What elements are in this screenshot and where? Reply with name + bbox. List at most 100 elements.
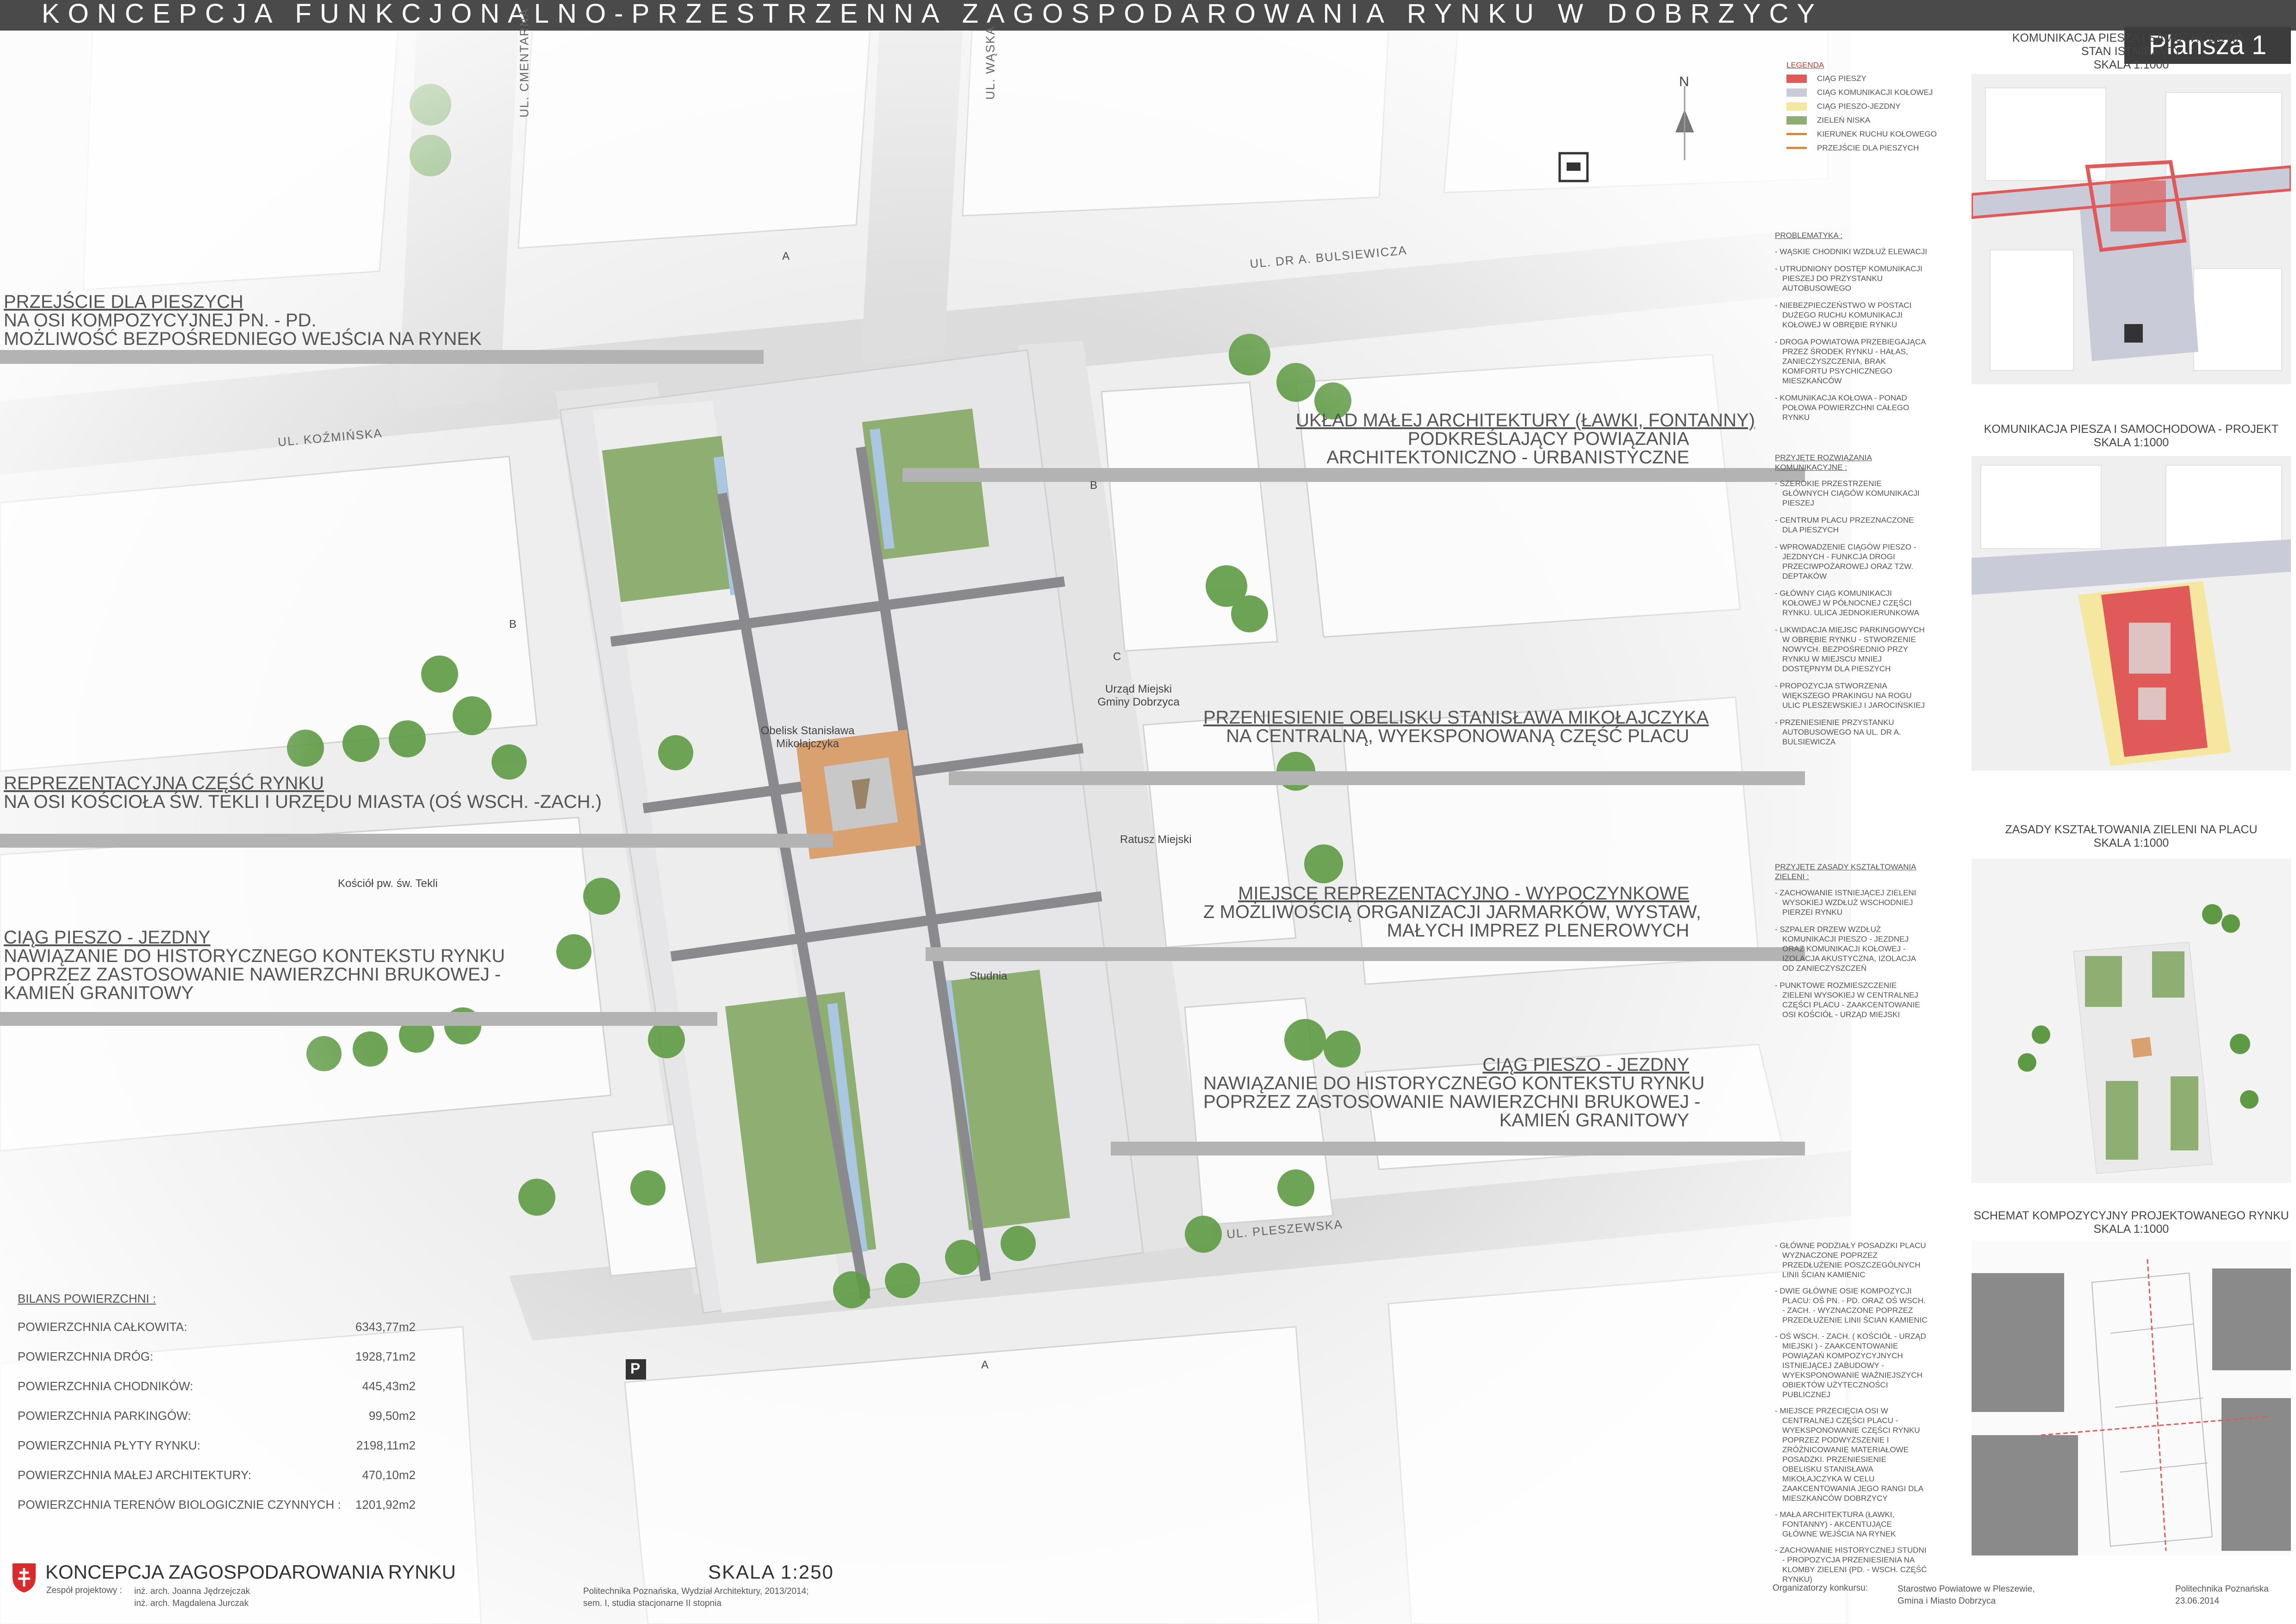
area-balance-row: POWIERZCHNIA CHODNIKÓW: 445,43m2 (18, 1379, 416, 1393)
legend-title: LEGENDA (1786, 61, 1824, 69)
parking-label: P (630, 1360, 641, 1377)
footer-main-title: KONCEPCJA ZAGOSPODAROWANIA RYNKU (45, 1561, 456, 1583)
area-value: 1201,92m2 (355, 1498, 416, 1512)
note-item: - GŁÓWNE PODZIAŁY POSADZKI PLACU WYZNACZ… (1775, 1241, 1926, 1279)
area-balance: BILANS POWIERZCHNI : POWIERZCHNIA CAŁKOW… (18, 1292, 416, 1527)
note-item: - MAŁA ARCHITEKTURA (ławki, fontanny) - … (1775, 1510, 1896, 1538)
annotation-right-2: PRZENIESIENIE OBELISKU STANISŁAWA MIKOŁA… (1203, 707, 1709, 746)
area-balance-row: POWIERZCHNIA TERENÓW BIOLOGICZNIE CZYNNY… (18, 1498, 416, 1512)
legend-swatch (1786, 88, 1807, 97)
note-item: - KOMUNIKACJA KOŁOWA - PONAD POŁOWA POWI… (1775, 394, 1910, 422)
legend-label: CIĄG PIESZO-JEZDNY (1817, 102, 1901, 111)
note-item: - PRZENIESIENIE PRZYSTANKU AUTOBUSOWEGO … (1775, 718, 1901, 746)
area-label: POWIERZCHNIA PŁYTY RYNKU: (18, 1438, 200, 1452)
annotation-left-3: CIĄG PIESZO - JEZDNY NAWIĄZANIE DO HISTOR… (4, 927, 505, 1003)
panel-komunikacja-projekt (1972, 456, 2291, 771)
footer-team: inż. arch. Joanna Jędrzejczak inż. arch. … (134, 1587, 250, 1608)
section-a-marker: A (782, 250, 790, 262)
area-value: 470,10m2 (362, 1468, 416, 1482)
legend-item: PRZEJŚCIE DLA PIESZYCH (1786, 143, 1981, 153)
footer-scale: SKALA 1:250 (708, 1561, 834, 1583)
area-value: 6343,77m2 (355, 1320, 416, 1334)
legend-item: CIĄG PIESZY (1786, 74, 1981, 83)
area-value: 1928,71m2 (355, 1349, 416, 1363)
legend-item: KIERUNEK RUCHU KOŁOWEGO (1786, 129, 1981, 139)
note-item: - CENTRUM PLACU PRZEZNACZONE DLA PIESZYC… (1775, 516, 1914, 534)
area-label: POWIERZCHNIA CAŁKOWITA: (18, 1320, 187, 1334)
przyjete-rozwiazania: PRZYJĘTE ROZWIĄZANIA KOMUNIKACYJNE : - S… (1775, 453, 1928, 754)
area-balance-title: BILANS POWIERZCHNI : (18, 1292, 156, 1305)
footer-right: Politechnika Poznańska 23.06.2014 (2175, 1584, 2269, 1606)
area-value: 2198,11m2 (356, 1438, 416, 1452)
note-item: - LIKWIDACJA MIEJSC PARKINGOWYCH W OBRĘB… (1775, 625, 1925, 673)
legend-swatch (1786, 102, 1807, 111)
legend-swatch (1786, 74, 1807, 83)
footer-university: Politechnika Poznańska, Wydział Architek… (583, 1587, 809, 1608)
legend: LEGENDA CIĄG PIESZY CIĄG KOMUNIKACJI KOŁO… (1786, 60, 1981, 157)
note-item: - ZACHOWANIE HISTORYCZNEJ STUDNI - PROPO… (1775, 1546, 1927, 1584)
legend-label: CIĄG KOMUNIKACJI KOŁOWEJ (1817, 88, 1933, 97)
area-value: 99,50m2 (368, 1409, 416, 1423)
note-item: - PROPOZYCJA STWORZENIA WIĘKSZEGO PRAKIN… (1775, 681, 1925, 710)
note-item: - GŁÓWNY CIĄG KOMUNIKACJI KOŁOWEJ W PÓŁN… (1775, 589, 1919, 617)
annotation-left-1: PRZEJŚCIE DLA PIESZYCH NA OSI KOMPOZYCYJN… (4, 292, 482, 349)
footer-team-label: Zespół projektowy : (46, 1586, 122, 1595)
note-item: - SZPALER DRZEW WZDŁUŻ KOMUNIKACJI PIESZ… (1775, 925, 1916, 973)
problematyka: PROBLEMATYKA : - WĄSKIE CHODNIKI WZDŁUŻ … (1775, 231, 1928, 422)
note-item: - SZEROKIE PRZESTRZENIE GŁÓWNYCH CIĄGÓW … (1775, 479, 1920, 507)
header-bar: KONCEPCJA FUNKCJONALNO-PRZESTRZENNA ZAGO… (0, 0, 2296, 31)
north-label: N (1679, 74, 1689, 89)
annotation-right-1: UKŁAD MAŁEJ ARCHITEKTURY (ławki, fontann… (1296, 410, 1755, 468)
board-title: KONCEPCJA FUNKCJONALNO-PRZESTRZENNA ZAGO… (42, 0, 1823, 29)
label-urzad: Urząd Miejski Gminy Dobrzyca (1097, 683, 1180, 708)
note-item: - WPROWADZENIE CIĄGÓW PIESZO - JEZDNYCH … (1775, 543, 1916, 581)
note-item: - OŚ WSCH. - ZACH. ( KOŚCIÓŁ - URZĄD MIE… (1775, 1332, 1926, 1399)
label-obelisk: Obelisk Stanisława Mikołajczyka (760, 725, 855, 750)
area-balance-row: POWIERZCHNIA DRÓG: 1928,71m2 (18, 1349, 416, 1364)
section-b-marker-east: B (1090, 479, 1098, 492)
section-a-marker-south: A (981, 1359, 989, 1371)
note-item: - PUNKTOWE ROZMIESZCZENIE ZIELENI WYSOKI… (1775, 981, 1920, 1019)
section-b-marker: B (509, 618, 517, 631)
legend-label: PRZEJŚCIE DLA PIESZYCH (1817, 144, 1919, 152)
panel-komunikacja-istniejaca (1972, 74, 2291, 384)
panel-title-2: KOMUNIKACJA PIESZA I SAMOCHODOWA - PROJE… (1984, 423, 2279, 449)
label-studnia: Studnia (970, 970, 1008, 982)
panel-title-1: KOMUNIKACJA PIESZA I SAMOCHODOWA - STAN I… (2012, 31, 2251, 71)
area-label: POWIERZCHNIA DRÓG: (18, 1349, 154, 1363)
legend-swatch (1786, 116, 1807, 125)
note-item: - DROGA POWIATOWA PRZEBIEGAJĄCA PRZEZ ŚR… (1775, 337, 1926, 385)
panel-title-4: SCHEMAT KOMPOZYCYJNY PROJEKTOWANEGO RYNK… (1973, 1209, 2289, 1236)
panel-title-3: ZASADY KSZTAŁTOWANIA ZIELENI NA PLACU SKA… (2005, 823, 2258, 849)
area-label: POWIERZCHNIA TERENÓW BIOLOGICZNIE CZYNNY… (18, 1498, 341, 1512)
street-label-waska: UL. WĄSKA (983, 25, 997, 100)
legend-item: CIĄG KOMUNIKACJI KOŁOWEJ (1786, 87, 1981, 97)
legend-item: ZIELEŃ NISKA (1786, 115, 1981, 125)
note-item: - ZACHOWANIE ISTNIEJĄCEJ ZIELENI WYSOKIE… (1775, 888, 1916, 917)
note-item: - MIEJSCE PRZECIĘCIA OSI W CENTRALNEJ CZ… (1775, 1406, 1923, 1503)
area-balance-row: POWIERZCHNIA MAŁEJ ARCHITEKTURY: 470,10m2 (18, 1468, 416, 1482)
area-label: POWIERZCHNIA PARKINGÓW: (18, 1409, 191, 1423)
annotation-right-4: CIĄG PIESZO - JEZDNY NAWIĄZANIE DO HISTOR… (1203, 1055, 1705, 1131)
area-balance-row: POWIERZCHNIA PŁYTY RYNKU: 2198,11m2 (18, 1438, 416, 1453)
label-ratusz: Ratusz Miejski (1120, 833, 1192, 846)
legend-label: KIERUNEK RUCHU KOŁOWEGO (1817, 130, 1937, 138)
annotation-right-3: MIEJSCE REPREZENTACYJNO - WYPOCZYNKOWE Z … (1203, 883, 1701, 941)
panel-zielen (1972, 859, 2291, 1183)
note-item: - DWIE GŁÓWNE OSIE KOMPOZYCJI PLACU: OŚ … (1775, 1287, 1928, 1324)
label-kosciol: Kościół pw. św. Tekli (338, 877, 438, 890)
area-value: 445,43m2 (362, 1379, 416, 1393)
panel-schemat (1972, 1241, 2291, 1555)
note-item: - NIEBEZPIECZEŃSTWO W POSTACI DUŻEGO RUC… (1775, 301, 1912, 329)
schemat-kompozycji-notes: - GŁÓWNE PODZIAŁY POSADZKI PLACU WYZNACZ… (1775, 1241, 1928, 1591)
legend-item: CIĄG PIESZO-JEZDNY (1786, 101, 1981, 111)
street-label-cmentarna: UL. CMENTARNA (517, 8, 531, 118)
area-label: POWIERZCHNIA CHODNIKÓW: (18, 1379, 193, 1393)
legend-swatch (1786, 147, 1807, 149)
coat-of-arms-icon (12, 1563, 36, 1593)
note-item: - WĄSKIE CHODNIKI WZDŁUŻ ELEWACJI (1775, 247, 1928, 256)
area-label: POWIERZCHNIA MAŁEJ ARCHITEKTURY: (18, 1468, 252, 1482)
legend-label: CIĄG PIESZY (1817, 74, 1867, 83)
zasady-zieleni: PRZYJĘTE ZASADY KSZTAŁTOWANIA ZIELENI : … (1775, 862, 1928, 1027)
legend-swatch (1786, 133, 1807, 135)
